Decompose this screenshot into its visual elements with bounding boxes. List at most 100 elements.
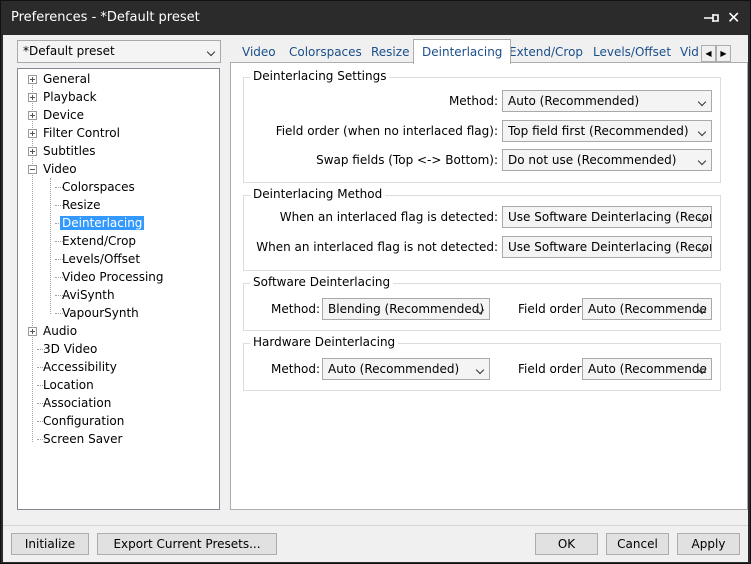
tree-item-3d-video[interactable]: 3D Video [43, 340, 97, 358]
tree-item-association[interactable]: Association [43, 394, 111, 412]
tree-item-filter-control[interactable]: Filter Control [43, 124, 120, 142]
initialize-button[interactable]: Initialize [11, 533, 89, 555]
title-bar[interactable]: Preferences - *Default preset ✕ [1, 1, 750, 35]
method-label: Method: [448, 94, 498, 108]
expand-icon[interactable] [28, 111, 37, 120]
flag-detected-value: Use Software Deinterlacing (Recom [508, 210, 711, 224]
expand-icon[interactable] [28, 327, 37, 336]
software-method-dropdown[interactable]: Blending (Recommended) [322, 298, 490, 320]
pin-icon[interactable] [703, 9, 721, 27]
tree-item-device[interactable]: Device [43, 106, 84, 124]
window-title: Preferences - *Default preset [11, 10, 200, 25]
tree-item-subtitles[interactable]: Subtitles [43, 142, 96, 160]
hardware-method-value: Auto (Recommended) [328, 362, 460, 376]
tab-colorspaces[interactable]: Colorspaces [289, 42, 362, 63]
dialog-body: *Default preset General Playback Device … [3, 35, 748, 562]
tab-levels-offset[interactable]: Levels/Offset [593, 42, 671, 63]
group-title: Hardware Deinterlacing [250, 335, 399, 349]
tab-extend-crop[interactable]: Extend/Crop [509, 42, 583, 63]
tree-item-video-processing[interactable]: Video Processing [62, 268, 164, 286]
collapse-icon[interactable] [28, 165, 37, 174]
group-title: Software Deinterlacing [250, 275, 394, 289]
chevron-down-icon [695, 299, 711, 319]
apply-button[interactable]: Apply [677, 533, 740, 555]
flag-not-detected-label: When an interlaced flag is not detected: [256, 240, 498, 254]
preferences-window: Preferences - *Default preset ✕ *Default… [0, 0, 751, 564]
preset-value: *Default preset [23, 44, 115, 58]
tree-item-playback[interactable]: Playback [43, 88, 97, 106]
tree-item-deinterlacing-label: Deinterlacing [60, 216, 145, 230]
chevron-down-icon [695, 237, 711, 257]
field-order-value: Top field first (Recommended) [508, 124, 689, 138]
swap-fields-value: Do not use (Recommended) [508, 153, 677, 167]
software-deinterlacing-group: Software Deinterlacing Method: Blending … [243, 275, 721, 331]
tree-item-general[interactable]: General [43, 70, 90, 88]
software-field-order-label: Field order: [518, 302, 586, 316]
chevron-down-icon [695, 150, 711, 170]
tree-item-deinterlacing[interactable]: Deinterlacing [60, 214, 145, 232]
expand-icon[interactable] [28, 93, 37, 102]
method-value: Auto (Recommended) [508, 94, 640, 108]
tree-item-screen-saver[interactable]: Screen Saver [43, 430, 122, 448]
cancel-button[interactable]: Cancel [606, 533, 669, 555]
hardware-field-order-dropdown[interactable]: Auto (Recommende [582, 358, 712, 380]
chevron-down-icon [695, 91, 711, 111]
chevron-down-icon [695, 121, 711, 141]
preset-dropdown[interactable]: *Default preset [17, 40, 221, 63]
chevron-down-icon [695, 359, 711, 379]
chevron-down-icon [695, 207, 711, 227]
deinterlacing-settings-group: Deinterlacing Settings Method: Auto (Rec… [243, 69, 721, 183]
tab-scroll-left-icon[interactable]: ◀ [701, 45, 716, 62]
software-field-order-value: Auto (Recommende [588, 302, 707, 316]
flag-detected-dropdown[interactable]: Use Software Deinterlacing (Recom [502, 206, 712, 228]
tree-item-extend-crop[interactable]: Extend/Crop [62, 232, 136, 250]
chevron-down-icon [473, 359, 489, 379]
tree-item-colorspaces[interactable]: Colorspaces [62, 178, 135, 196]
hardware-method-dropdown[interactable]: Auto (Recommended) [322, 358, 490, 380]
swap-fields-label: Swap fields (Top <-> Bottom): [316, 153, 498, 167]
tree-item-audio[interactable]: Audio [43, 322, 77, 340]
hardware-field-order-label: Field order: [518, 362, 586, 376]
tree-item-video[interactable]: Video [43, 160, 77, 178]
chevron-down-icon [204, 41, 220, 61]
software-method-value: Blending (Recommended) [328, 302, 485, 316]
tab-scroll-right-icon[interactable]: ▶ [716, 45, 731, 62]
hardware-field-order-value: Auto (Recommende [588, 362, 707, 376]
field-order-dropdown[interactable]: Top field first (Recommended) [502, 120, 712, 142]
footer-divider [3, 525, 748, 526]
method-dropdown[interactable]: Auto (Recommended) [502, 90, 712, 112]
deinterlacing-method-group: Deinterlacing Method When an interlaced … [243, 187, 721, 271]
expand-icon[interactable] [28, 147, 37, 156]
tree-item-avisynth[interactable]: AviSynth [62, 286, 115, 304]
export-presets-button[interactable]: Export Current Presets... [97, 533, 277, 555]
hardware-method-label: Method: [271, 362, 321, 376]
close-icon[interactable]: ✕ [727, 8, 740, 27]
software-field-order-dropdown[interactable]: Auto (Recommende [582, 298, 712, 320]
group-title: Deinterlacing Method [250, 187, 386, 201]
tab-video[interactable]: Video [242, 42, 276, 63]
expand-icon[interactable] [28, 75, 37, 84]
software-method-label: Method: [271, 302, 321, 316]
ok-button[interactable]: OK [535, 533, 598, 555]
tree-line [50, 178, 51, 314]
tree-item-location[interactable]: Location [43, 376, 94, 394]
flag-not-detected-dropdown[interactable]: Use Software Deinterlacing (Recom [502, 236, 712, 258]
deinterlacing-pane: Deinterlacing Settings Method: Auto (Rec… [230, 62, 748, 510]
tab-deinterlacing[interactable]: Deinterlacing [413, 39, 512, 64]
group-title: Deinterlacing Settings [250, 69, 390, 83]
flag-detected-label: When an interlaced flag is detected: [279, 210, 498, 224]
swap-fields-dropdown[interactable]: Do not use (Recommended) [502, 149, 712, 171]
hardware-deinterlacing-group: Hardware Deinterlacing Method: Auto (Rec… [243, 335, 721, 391]
tab-resize[interactable]: Resize [371, 42, 409, 63]
tab-strip: Video Colorspaces Resize Deinterlacing E… [230, 39, 748, 64]
tree-item-levels-offset[interactable]: Levels/Offset [62, 250, 140, 268]
chevron-down-icon [473, 299, 489, 319]
expand-icon[interactable] [28, 129, 37, 138]
tree-item-vapoursynth[interactable]: VapourSynth [62, 304, 139, 322]
tab-video-processing[interactable]: Vid [680, 42, 699, 63]
flag-not-detected-value: Use Software Deinterlacing (Recom [508, 240, 711, 254]
tree-item-resize[interactable]: Resize [62, 196, 100, 214]
tree-item-configuration[interactable]: Configuration [43, 412, 124, 430]
settings-tree[interactable]: General Playback Device Filter Control S… [17, 68, 220, 510]
tree-item-accessibility[interactable]: Accessibility [43, 358, 117, 376]
